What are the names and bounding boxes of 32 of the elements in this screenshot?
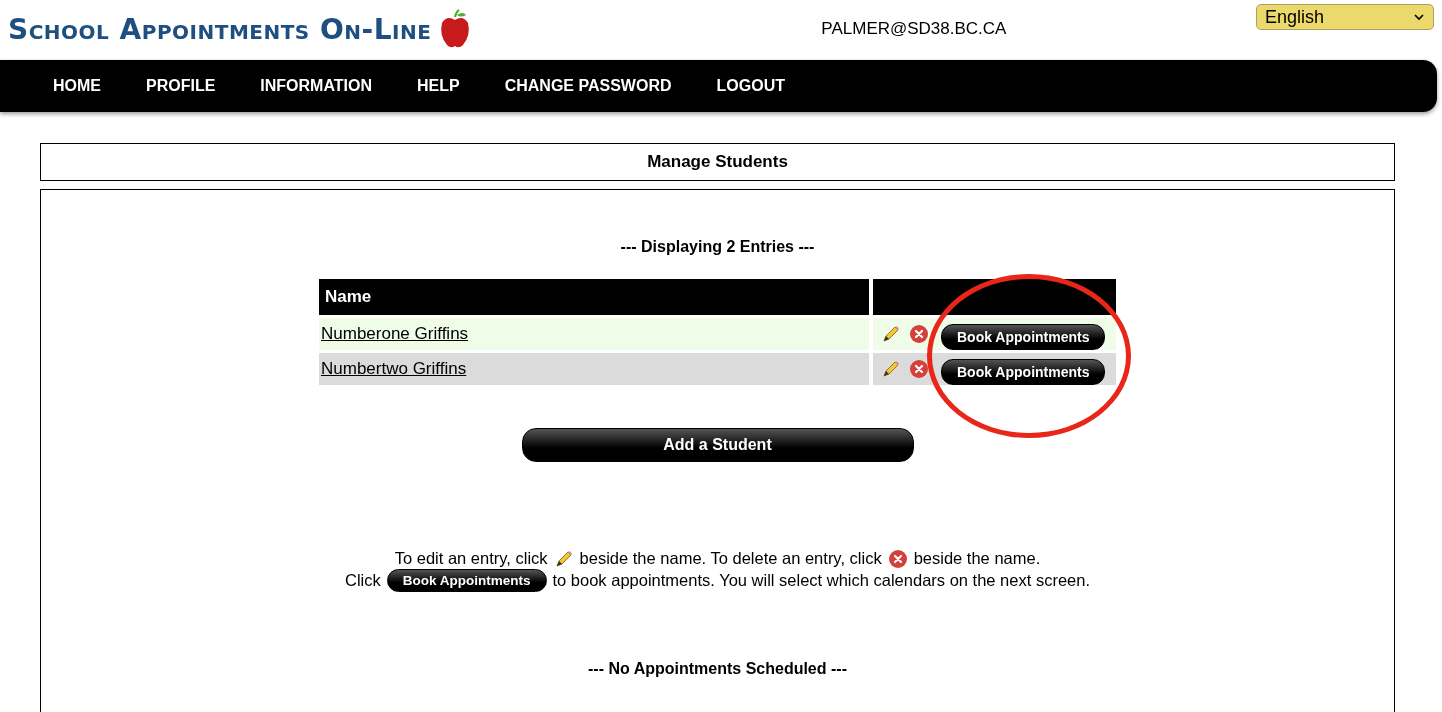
pencil-icon[interactable] xyxy=(553,548,574,569)
language-select[interactable]: English xyxy=(1256,4,1434,30)
add-student-button[interactable]: Add a Student xyxy=(521,428,914,462)
edit-icon[interactable] xyxy=(881,324,901,344)
appointments-caption: --- No Appointments Scheduled --- xyxy=(588,660,847,678)
nav-link[interactable]: PROFILE xyxy=(146,77,216,95)
nav-link[interactable]: HOME xyxy=(53,77,101,95)
help-text: beside the name. xyxy=(913,548,1041,569)
student-link[interactable]: Numbertwo Griffins xyxy=(321,359,467,378)
site-logo: School Appointments On-Line xyxy=(8,12,432,46)
book-appointments-button[interactable]: Book Appointments xyxy=(941,324,1106,350)
help-text: beside the name. To delete an entry, click xyxy=(579,548,882,569)
nav-link[interactable]: CHANGE PASSWORD xyxy=(504,77,672,95)
book-appointments-button[interactable]: Book Appointments xyxy=(386,569,547,592)
nav-link[interactable]: HELP xyxy=(417,77,460,95)
help-text: to book appointments. You will select which calendars on the next screen. xyxy=(552,570,1090,591)
chevron-down-icon xyxy=(1413,13,1425,21)
delete-icon[interactable] xyxy=(887,548,908,569)
book-appointments-button[interactable]: Book Appointments xyxy=(941,359,1106,385)
apple-icon xyxy=(439,9,472,49)
student-link[interactable]: Numberone Griffins xyxy=(321,324,469,343)
entries-caption: --- Displaying 2 Entries --- xyxy=(620,238,815,256)
help-text: Click xyxy=(345,570,381,591)
edit-icon[interactable] xyxy=(881,359,901,379)
delete-icon[interactable] xyxy=(909,359,929,379)
delete-icon[interactable] xyxy=(909,324,929,344)
page-title: Manage Students xyxy=(40,143,1395,181)
nav-link[interactable]: LOGOUT xyxy=(716,77,785,95)
nav-link[interactable]: INFORMATION xyxy=(260,77,373,95)
help-text: To edit an entry, click xyxy=(394,548,548,569)
user-email: PALMER@SD38.BC.CA xyxy=(821,19,1007,39)
column-header: Name xyxy=(319,279,869,315)
